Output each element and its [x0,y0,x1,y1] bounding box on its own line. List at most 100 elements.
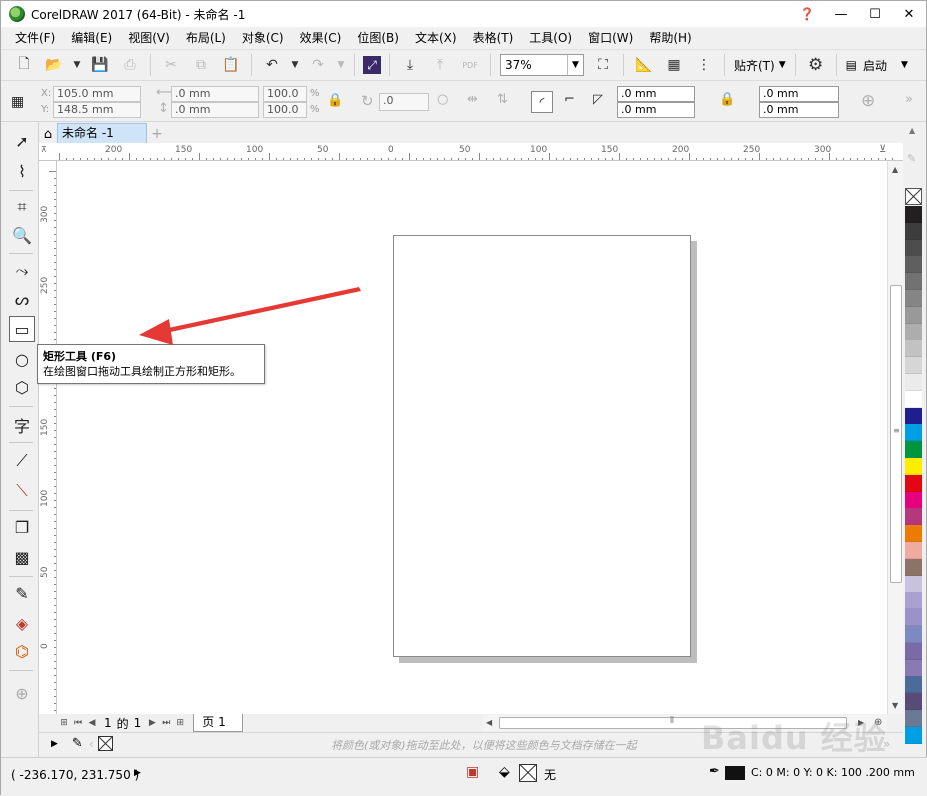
corner-radius-bottom-right-field[interactable]: .0 mm [759,102,839,118]
polygon-tool-icon[interactable]: ⬡ [9,374,35,400]
chevron-down-icon[interactable]: ▼ [567,55,583,75]
undo-icon[interactable]: ↶ [260,53,284,77]
menu-item[interactable]: 文件(F) [7,27,63,49]
horizontal-ruler[interactable]: ⊼ ⊻ 200 150 100 50 0 50 100 150 200 250 300 [39,143,903,161]
color-swatch[interactable] [905,676,922,694]
vertical-ruler[interactable]: 300250200150100500 [39,161,57,714]
height-field[interactable]: .0 mm [171,102,259,118]
color-swatch[interactable] [905,575,922,593]
menu-item[interactable]: 效果(C) [292,27,350,49]
export-icon[interactable]: ⤒ [428,53,452,77]
color-swatch[interactable] [905,374,922,391]
full-screen-icon[interactable]: ⛶ [591,53,615,77]
lock-ratio-icon[interactable]: 🔒 [327,93,343,108]
transparency-tool-icon[interactable]: ▩ [9,544,35,570]
scalloped-corner-icon[interactable]: ⌐ [564,92,575,107]
gear-icon[interactable]: ⚙ [804,53,828,77]
text-tool-icon[interactable]: 字 [9,412,35,438]
cut-icon[interactable]: ✂ [159,53,183,77]
snap-to-button[interactable]: 贴齐(T) ▼ [730,57,790,74]
open-folder-icon[interactable]: 📂 [42,53,66,77]
maximize-button[interactable]: ☐ [858,1,892,27]
round-corner-button[interactable]: ◜ [531,91,553,113]
shape-tool-icon[interactable]: ⌇ [9,158,35,184]
color-swatch[interactable] [905,542,922,559]
scroll-down-icon[interactable]: ▼ [892,701,898,710]
menu-item[interactable]: 表格(T) [465,27,522,49]
vertical-scrollbar[interactable]: ▲ ≡ ▼ [887,161,903,714]
menu-item[interactable]: 窗口(W) [580,27,641,49]
corner-radius-top-left-field[interactable]: .0 mm [617,86,695,102]
coords-menu-icon[interactable]: ▶ [134,768,141,778]
menu-item[interactable]: 编辑(E) [63,27,120,49]
smart-fill-tool-icon[interactable]: ⌬ [9,638,35,664]
home-icon[interactable]: ⌂ [39,125,57,143]
reference-point-icon[interactable]: ▦ [11,94,24,110]
minimize-button[interactable]: — [824,1,858,27]
add-plus-icon[interactable]: ⊕ [861,91,875,111]
color-swatch[interactable] [905,609,922,627]
color-swatch[interactable] [905,508,922,526]
menu-item[interactable]: 视图(V) [120,27,178,49]
color-swatch[interactable] [905,726,922,744]
color-eyedropper-tool-icon[interactable]: ✎ [9,580,35,606]
next-page-icon[interactable]: ▶ [145,718,159,728]
color-swatch[interactable] [905,441,922,459]
menu-item[interactable]: 对象(C) [234,27,292,49]
color-swatch[interactable] [905,710,922,727]
color-swatch[interactable] [905,525,922,543]
search-content-icon[interactable]: ⤢ [363,56,381,74]
chamfered-corner-icon[interactable]: ◸ [593,92,603,107]
color-swatch[interactable] [905,340,922,358]
color-swatch[interactable] [905,693,922,711]
corner-radius-bottom-left-field[interactable]: .0 mm [617,102,695,118]
show-guidelines-icon[interactable]: ⋮ [692,53,716,77]
artistic-media-tool-icon[interactable]: ᔕ [9,286,35,312]
color-proof-icon[interactable]: ▣ [466,764,479,780]
drop-shadow-tool-icon[interactable]: ❐ [9,514,35,540]
scale-y-field[interactable]: 100.0 [263,102,307,118]
help-info-icon[interactable]: ❓ [790,1,824,27]
no-fill-swatch[interactable] [905,188,922,205]
first-page-icon[interactable]: ⏮ [71,718,85,728]
color-swatch[interactable] [905,273,922,291]
palette-scroll-up-icon[interactable]: ▲ [909,126,915,135]
save-icon[interactable]: 💾 [88,53,112,77]
zoom-level-select[interactable]: 37% ▼ [500,54,584,76]
color-swatch[interactable] [905,474,922,492]
paste-icon[interactable]: 📋 [219,53,243,77]
color-swatch[interactable] [905,407,922,425]
tray-eyedropper-icon[interactable]: ✎ [72,736,83,751]
vertical-scroll-thumb[interactable]: ≡ [890,285,902,583]
page-tab-1[interactable]: 页 1 [193,714,243,732]
freehand-tool-icon[interactable]: ⤳ [9,258,35,284]
prev-page-icon[interactable]: ◀ [85,718,99,728]
dropdown-arrow-icon[interactable]: ▼ [72,53,82,77]
color-swatch[interactable] [905,357,922,375]
menu-item[interactable]: 帮助(H) [641,27,699,49]
tray-no-color-icon[interactable] [97,736,113,751]
add-tool-icon[interactable]: ⊕ [9,680,35,706]
close-button[interactable]: ✕ [892,1,926,27]
show-grid-icon[interactable]: ▦ [662,53,686,77]
document-tab[interactable]: 未命名 -1 [57,123,147,143]
zoom-tool-icon[interactable]: 🔍 [9,222,35,248]
color-swatch[interactable] [905,424,922,442]
mirror-horizontal-icon[interactable]: ⇹ [467,92,478,107]
tray-back-icon[interactable]: ‹ [89,737,94,751]
color-swatch[interactable] [905,256,922,274]
drawing-canvas[interactable] [57,161,887,714]
parallel-dimension-tool-icon[interactable]: ⟋ [9,448,35,474]
width-field[interactable]: .0 mm [171,86,259,102]
lock-corners-icon[interactable]: 🔒 [719,92,735,107]
rotation-angle-field[interactable]: .0 [379,93,429,111]
new-document-icon[interactable]: 🗋 [12,53,36,77]
redo-icon[interactable]: ↷ [306,53,330,77]
color-swatch[interactable] [905,222,922,240]
palette-eyedropper-icon[interactable]: ✎ [907,152,916,165]
corner-radius-top-right-field[interactable]: .0 mm [759,86,839,102]
menu-item[interactable]: 文本(X) [407,27,465,49]
launch-button[interactable]: ▤ 启动 ▼ [842,57,912,74]
publish-pdf-icon[interactable]: PDF [458,53,482,77]
rectangle-tool-icon[interactable]: ▭ [9,316,35,342]
